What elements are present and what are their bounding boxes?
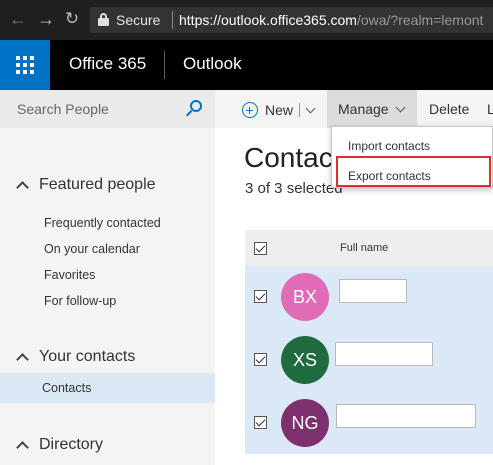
overflow-button[interactable]: L: [487, 101, 493, 117]
section-featured-people[interactable]: Featured people: [16, 176, 156, 194]
people-sidebar: Featured people Frequently contacted On …: [0, 90, 215, 465]
list-header: Full name: [245, 230, 493, 266]
new-label: New: [265, 102, 294, 118]
menu-item-import-contacts[interactable]: Import contacts: [348, 139, 430, 153]
header-divider: [164, 51, 165, 79]
contact-row[interactable]: BX: [245, 266, 493, 328]
chevron-up-icon: [16, 353, 29, 366]
chevron-up-icon: [16, 441, 29, 454]
chevron-up-icon: [16, 181, 29, 194]
address-bar[interactable]: Secure https://outlook.office365.com/owa…: [90, 7, 493, 33]
secure-label: Secure: [116, 12, 161, 28]
section-label: Featured people: [39, 176, 156, 193]
sidebar-item-label: Contacts: [42, 381, 92, 395]
contact-name: [335, 342, 433, 366]
selection-status: 3 of 3 selected: [245, 180, 343, 197]
chevron-down-icon: [395, 102, 406, 113]
highlight-box: [336, 156, 491, 187]
section-label: Your contacts: [39, 348, 136, 365]
command-bar: New Manage Delete L: [215, 90, 493, 128]
search-people-input[interactable]: [0, 90, 215, 128]
url-path: /owa/?realm=lemont: [356, 12, 484, 28]
chevron-down-icon[interactable]: [305, 103, 316, 114]
sidebar-item-favorites[interactable]: Favorites: [44, 268, 95, 282]
avatar: XS: [281, 336, 329, 384]
avatar: NG: [281, 399, 329, 447]
row-checkbox[interactable]: [254, 290, 267, 303]
manage-button[interactable]: Manage: [327, 90, 417, 128]
contact-row[interactable]: XS: [245, 329, 493, 391]
section-directory[interactable]: Directory: [16, 436, 104, 454]
url-divider: [172, 11, 173, 29]
row-checkbox[interactable]: [254, 416, 267, 429]
contact-row[interactable]: NG: [245, 392, 493, 454]
lock-icon: [98, 13, 109, 26]
url-text[interactable]: https://outlook.office365.com/owa/?realm…: [179, 12, 483, 28]
app-launcher-button[interactable]: [0, 40, 50, 90]
add-circle-icon: [242, 102, 258, 118]
avatar: BX: [281, 273, 329, 321]
sidebar-item-contacts[interactable]: Contacts: [0, 373, 215, 403]
new-button[interactable]: New: [242, 100, 316, 120]
app-header: Office 365 Outlook: [0, 40, 493, 90]
reload-icon[interactable]: ↻: [62, 9, 82, 29]
contact-name: [339, 279, 407, 303]
search-box: [0, 90, 215, 128]
browser-toolbar: ← → ↻ Secure https://outlook.office365.c…: [0, 0, 493, 40]
forward-arrow-icon[interactable]: →: [36, 9, 56, 29]
column-header-full-name[interactable]: Full name: [340, 242, 388, 254]
section-label: Directory: [39, 436, 104, 453]
contact-name: [336, 404, 476, 428]
sidebar-item-on-your-calendar[interactable]: On your calendar: [44, 242, 140, 256]
waffle-icon: [16, 56, 34, 74]
search-icon[interactable]: [186, 100, 203, 117]
delete-button[interactable]: Delete: [429, 101, 469, 117]
split-divider: [299, 103, 301, 117]
sidebar-item-for-follow-up[interactable]: For follow-up: [44, 294, 116, 308]
suite-name[interactable]: Office 365: [69, 54, 146, 74]
row-checkbox[interactable]: [254, 353, 267, 366]
back-arrow-icon[interactable]: ←: [8, 9, 28, 29]
select-all-checkbox[interactable]: [254, 242, 267, 255]
url-host: https://outlook.office365.com: [179, 12, 357, 28]
section-your-contacts[interactable]: Your contacts: [16, 348, 136, 366]
contact-list: BX XS NG: [245, 266, 493, 454]
sidebar-item-frequently-contacted[interactable]: Frequently contacted: [44, 216, 161, 230]
manage-label: Manage: [338, 101, 389, 117]
app-name[interactable]: Outlook: [183, 54, 242, 74]
